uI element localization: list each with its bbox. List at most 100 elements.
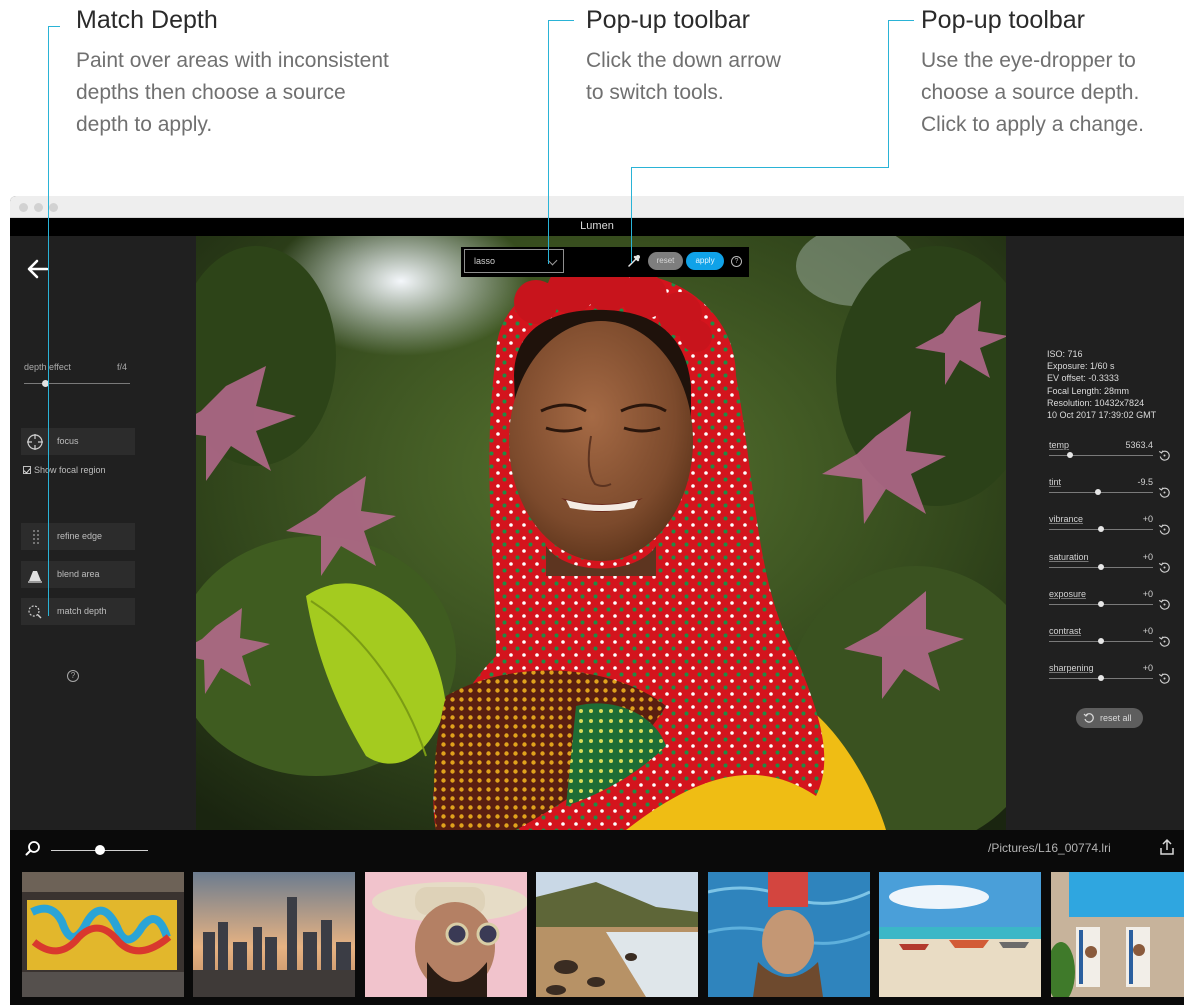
left-panel: depth effect f/4 focus Show focal region… xyxy=(10,236,196,830)
window-minimize-dot[interactable] xyxy=(34,203,43,212)
refine-edge-icon xyxy=(33,530,39,544)
adjustment-value: -9.5 xyxy=(1137,477,1153,487)
focus-button[interactable]: focus xyxy=(21,428,135,455)
adjustment-exposure: exposure +0 xyxy=(1049,589,1175,619)
annotation-line: Click to apply a change. xyxy=(921,113,1144,136)
depth-effect-slider[interactable] xyxy=(24,383,130,384)
annotation-line: Paint over areas with inconsistent xyxy=(76,49,389,72)
adjustment-saturation: saturation +0 xyxy=(1049,552,1175,582)
adjustment-slider[interactable] xyxy=(1049,492,1153,493)
adjustment-vibrance: vibrance +0 xyxy=(1049,514,1175,544)
adjustment-slider-knob[interactable] xyxy=(1098,564,1104,570)
reset-icon xyxy=(1083,713,1094,723)
window-close-dot[interactable] xyxy=(19,203,28,212)
annotation-body: Paint over areas with inconsistent depth… xyxy=(76,45,389,141)
annotation-title: Pop-up toolbar xyxy=(921,6,1086,34)
chevron-down-icon[interactable] xyxy=(547,255,558,266)
adjustment-slider-knob[interactable] xyxy=(1098,601,1104,607)
tool-select-dropdown[interactable]: lasso xyxy=(464,249,564,273)
focus-label: focus xyxy=(57,436,79,446)
thumbnail-image xyxy=(1051,872,1184,997)
popup-toolbar: lasso reset apply ? xyxy=(461,247,749,277)
adjustment-value: 5363.4 xyxy=(1125,440,1153,450)
metadata-iso: ISO: 716 xyxy=(1047,349,1083,359)
adjustment-sharpening: sharpening +0 xyxy=(1049,663,1175,693)
thumbnail-poolside[interactable] xyxy=(1051,872,1184,997)
apply-button[interactable]: apply xyxy=(686,252,724,270)
annotation-popup-switch: Pop-up toolbar Click the down arrow to s… xyxy=(586,6,781,109)
reset-all-label: reset all xyxy=(1100,713,1132,723)
filmstrip-bar: /Pictures/L16_00774.lri xyxy=(10,830,1184,1005)
refine-edge-label: refine edge xyxy=(57,531,103,541)
adjustment-value: +0 xyxy=(1142,626,1153,636)
adjustment-slider[interactable] xyxy=(1049,455,1153,456)
share-icon[interactable] xyxy=(1158,838,1176,856)
annotation-match-depth: Match Depth Paint over areas with incons… xyxy=(76,6,389,141)
adjustment-slider-knob[interactable] xyxy=(1098,675,1104,681)
adjustment-slider-knob[interactable] xyxy=(1098,526,1104,532)
adjustment-slider-knob[interactable] xyxy=(1067,452,1073,458)
adjustment-tint: tint -9.5 xyxy=(1049,477,1175,507)
reset-icon[interactable] xyxy=(1158,449,1171,462)
annotation-line: depth to apply. xyxy=(76,113,213,136)
window-titlebar xyxy=(10,196,1184,218)
leader-line-match-depth-tick xyxy=(48,26,60,27)
blend-area-label: blend area xyxy=(57,569,100,579)
window-zoom-dot[interactable] xyxy=(49,203,58,212)
app-title: Lumen xyxy=(580,220,614,232)
reset-icon[interactable] xyxy=(1158,672,1171,685)
search-icon[interactable] xyxy=(24,840,42,858)
reset-icon[interactable] xyxy=(1158,486,1171,499)
arrow-left-icon[interactable] xyxy=(26,258,50,280)
help-icon[interactable]: ? xyxy=(67,670,79,682)
thumbnail-graffiti[interactable] xyxy=(22,872,184,997)
reset-icon[interactable] xyxy=(1158,523,1171,536)
app-titlebar: Lumen xyxy=(10,218,1184,236)
right-panel: ISO: 716 Exposure: 1/60 s EV offset: -0.… xyxy=(1006,236,1184,830)
match-depth-button[interactable]: match depth xyxy=(21,598,135,625)
match-depth-label: match depth xyxy=(57,606,107,616)
show-focal-region-toggle[interactable]: Show focal region xyxy=(23,465,106,475)
adjustment-slider-knob[interactable] xyxy=(1095,489,1101,495)
leader-line-match-depth xyxy=(48,26,49,616)
show-focal-region-label: Show focal region xyxy=(34,465,106,475)
file-path: /Pictures/L16_00774.lri xyxy=(988,841,1111,855)
thumbnail-portrait-man[interactable] xyxy=(365,872,527,997)
adjustment-value: +0 xyxy=(1142,514,1153,524)
reset-button[interactable]: reset xyxy=(648,252,683,270)
leader-line-eyedropper-horizontal xyxy=(631,167,889,168)
annotation-title: Match Depth xyxy=(76,6,218,34)
adjustment-slider-knob[interactable] xyxy=(1098,638,1104,644)
annotation-line: to switch tools. xyxy=(586,81,724,104)
match-depth-icon xyxy=(28,605,42,619)
reset-icon[interactable] xyxy=(1158,561,1171,574)
thumbnail-image xyxy=(365,872,527,997)
thumbnail-pool-woman[interactable] xyxy=(708,872,870,997)
main-photo[interactable] xyxy=(196,236,1006,830)
annotation-line: choose a source depth. xyxy=(921,81,1140,104)
crosshair-icon xyxy=(27,434,43,450)
thumbnail-city[interactable] xyxy=(193,872,355,997)
thumbnail-image xyxy=(22,872,184,997)
metadata-exposure: Exposure: 1/60 s xyxy=(1047,361,1115,372)
refine-edge-button[interactable]: refine edge xyxy=(21,523,135,550)
thumbnail-image xyxy=(879,872,1041,997)
annotation-popup-eyedropper: Pop-up toolbar Use the eye-dropper to ch… xyxy=(921,6,1144,141)
blend-area-button[interactable]: blend area xyxy=(21,561,135,588)
show-focal-region-checkbox[interactable] xyxy=(23,466,31,474)
adjustment-contrast: contrast +0 xyxy=(1049,626,1175,656)
leader-line-eyedropper-drop xyxy=(631,167,632,263)
metadata-focal-length: Focal Length: 28mm xyxy=(1047,385,1130,396)
adjustment-label: saturation xyxy=(1049,552,1089,562)
reset-icon[interactable] xyxy=(1158,635,1171,648)
leader-line-popup-switch-tick xyxy=(548,20,574,21)
annotation-line: Click the down arrow xyxy=(586,49,781,72)
eyedropper-icon[interactable] xyxy=(627,254,641,268)
thumbnail-image xyxy=(193,872,355,997)
thumbnail-beach-boats[interactable] xyxy=(879,872,1041,997)
reset-icon[interactable] xyxy=(1158,598,1171,611)
thumbnail-beach-rocks[interactable] xyxy=(536,872,698,997)
reset-all-button[interactable]: reset all xyxy=(1076,708,1143,728)
zoom-slider-knob[interactable] xyxy=(95,845,105,855)
help-icon[interactable]: ? xyxy=(731,256,742,267)
